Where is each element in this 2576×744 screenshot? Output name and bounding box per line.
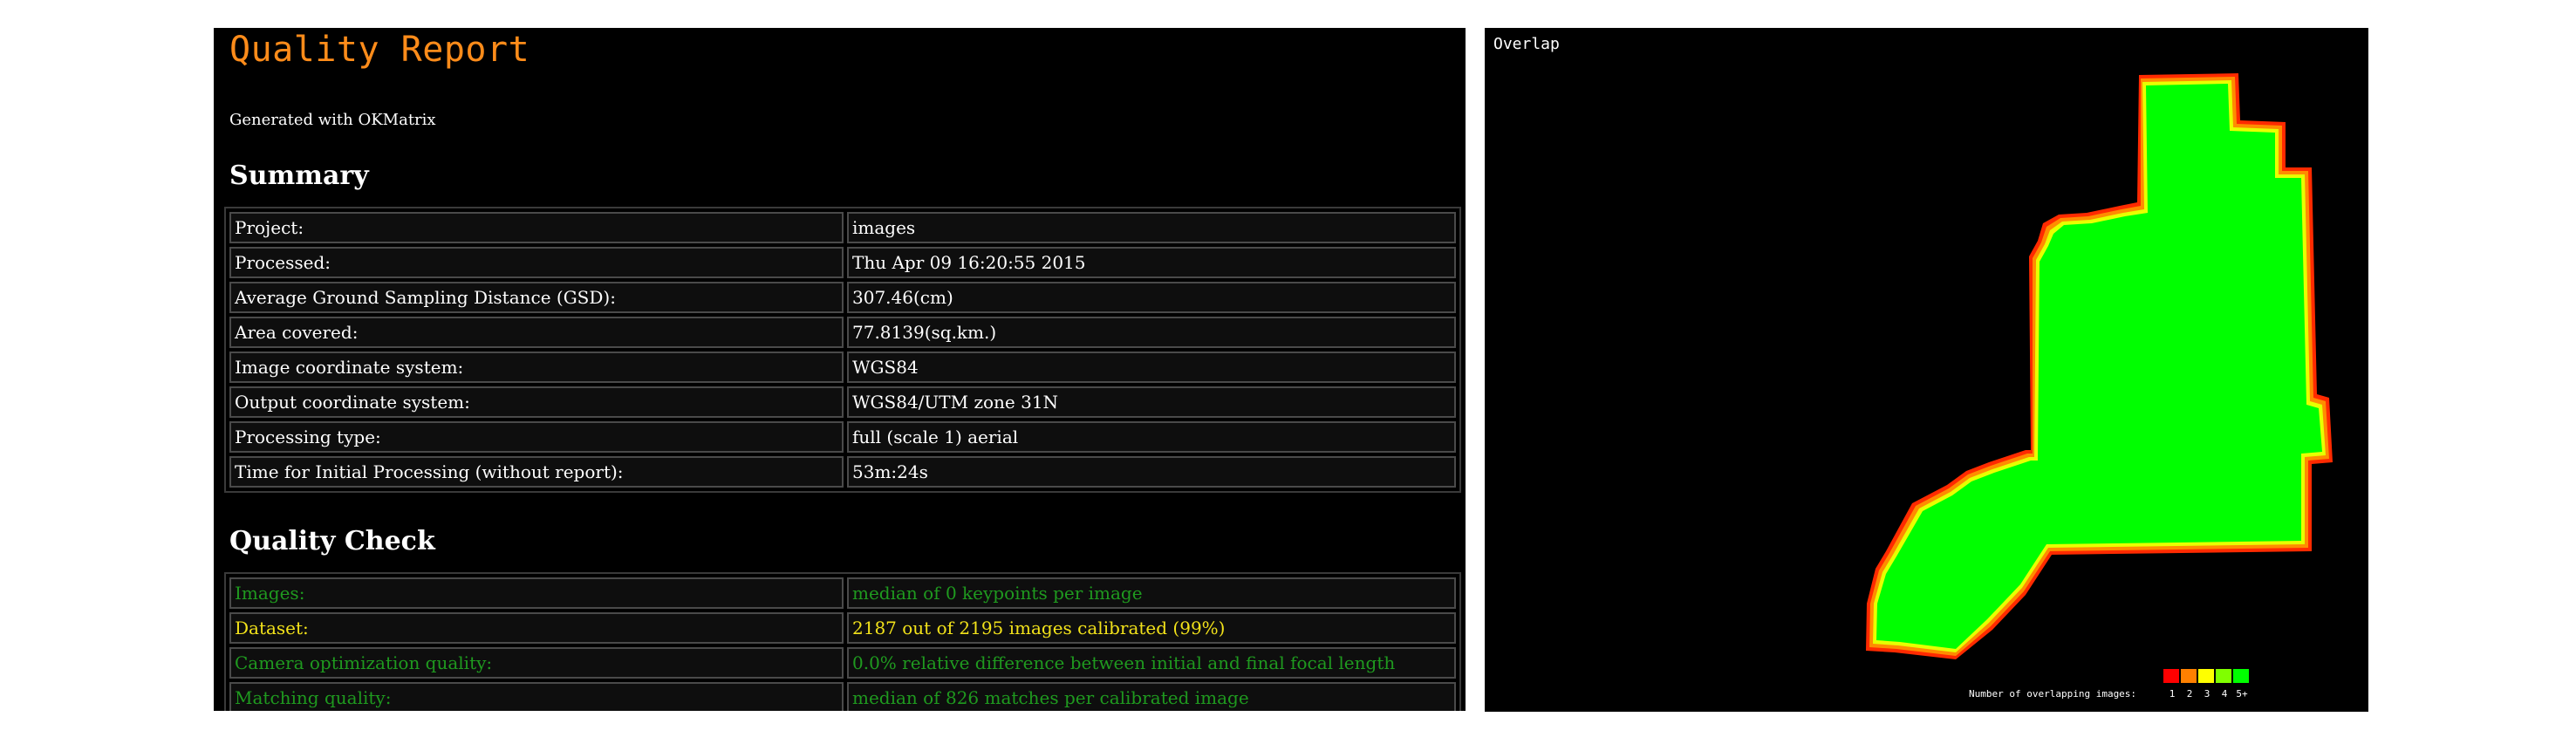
table-row: Average Ground Sampling Distance (GSD): … xyxy=(229,282,1456,313)
quality-check-heading: Quality Check xyxy=(229,526,435,556)
summary-key-processing-type: Processing type: xyxy=(229,421,844,453)
quality-key-images: Images: xyxy=(229,577,844,609)
summary-key-processing-time: Time for Initial Processing (without rep… xyxy=(229,456,844,488)
quality-value-matching: median of 826 matches per calibrated ima… xyxy=(847,682,1456,711)
legend-swatch-5plus xyxy=(2233,669,2249,683)
legend-swatch-4 xyxy=(2216,669,2231,683)
overlap-panel: Overlap Number of overlapping images: 1 … xyxy=(1485,28,2368,712)
summary-key-project: Project: xyxy=(229,212,844,243)
quality-value-images: median of 0 keypoints per image xyxy=(847,577,1456,609)
summary-table: Project: images Processed: Thu Apr 09 16… xyxy=(224,207,1461,493)
summary-key-gsd: Average Ground Sampling Distance (GSD): xyxy=(229,282,844,313)
legend-value-4: 4 xyxy=(2221,688,2228,700)
table-row: Area covered: 77.8139(sq.km.) xyxy=(229,317,1456,348)
quality-key-camera-optimization: Camera optimization quality: xyxy=(229,647,844,679)
overlap-legend-swatches xyxy=(2163,669,2251,683)
table-row: Processing type: full (scale 1) aerial xyxy=(229,421,1456,453)
quality-check-table: Images: median of 0 keypoints per image … xyxy=(224,572,1461,711)
summary-value-processed: Thu Apr 09 16:20:55 2015 xyxy=(847,247,1456,278)
table-row: Processed: Thu Apr 09 16:20:55 2015 xyxy=(229,247,1456,278)
overlap-map xyxy=(1866,73,2333,659)
overlap-area-5plus xyxy=(1876,84,2322,649)
legend-value-5plus: 5+ xyxy=(2236,688,2248,700)
legend-swatch-2 xyxy=(2181,669,2197,683)
legend-swatch-1 xyxy=(2163,669,2179,683)
quality-report-panel: Quality Report Generated with OKMatrix S… xyxy=(214,28,1466,711)
table-row: Image coordinate system: WGS84 xyxy=(229,352,1456,383)
summary-key-processed: Processed: xyxy=(229,247,844,278)
overlap-legend-values: 1 2 3 4 5+ xyxy=(2163,688,2251,700)
table-row: Time for Initial Processing (without rep… xyxy=(229,456,1456,488)
legend-value-1: 1 xyxy=(2169,688,2176,700)
overlap-title: Overlap xyxy=(1493,35,1560,53)
summary-value-area: 77.8139(sq.km.) xyxy=(847,317,1456,348)
table-row: Dataset: 2187 out of 2195 images calibra… xyxy=(229,612,1456,644)
table-row: Camera optimization quality: 0.0% relati… xyxy=(229,647,1456,679)
quality-key-matching: Matching quality: xyxy=(229,682,844,711)
legend-value-2: 2 xyxy=(2186,688,2193,700)
summary-value-processing-type: full (scale 1) aerial xyxy=(847,421,1456,453)
summary-key-area: Area covered: xyxy=(229,317,844,348)
table-row: Images: median of 0 keypoints per image xyxy=(229,577,1456,609)
quality-value-dataset: 2187 out of 2195 images calibrated (99%) xyxy=(847,612,1456,644)
summary-key-image-crs: Image coordinate system: xyxy=(229,352,844,383)
quality-key-dataset: Dataset: xyxy=(229,612,844,644)
summary-value-image-crs: WGS84 xyxy=(847,352,1456,383)
legend-value-3: 3 xyxy=(2204,688,2210,700)
overlap-legend: Number of overlapping images: xyxy=(1969,669,2136,700)
table-row: Project: images xyxy=(229,212,1456,243)
report-title: Quality Report xyxy=(229,30,530,70)
table-row: Output coordinate system: WGS84/UTM zone… xyxy=(229,386,1456,418)
summary-value-gsd: 307.46(cm) xyxy=(847,282,1456,313)
legend-swatch-3 xyxy=(2198,669,2214,683)
summary-heading: Summary xyxy=(229,160,369,191)
table-row: Matching quality: median of 826 matches … xyxy=(229,682,1456,711)
summary-key-output-crs: Output coordinate system: xyxy=(229,386,844,418)
summary-value-processing-time: 53m:24s xyxy=(847,456,1456,488)
legend-label: Number of overlapping images: xyxy=(1969,688,2137,700)
generated-with-text: Generated with OKMatrix xyxy=(229,111,436,129)
quality-value-camera-optimization: 0.0% relative difference between initial… xyxy=(847,647,1456,679)
summary-value-project: images xyxy=(847,212,1456,243)
summary-value-output-crs: WGS84/UTM zone 31N xyxy=(847,386,1456,418)
